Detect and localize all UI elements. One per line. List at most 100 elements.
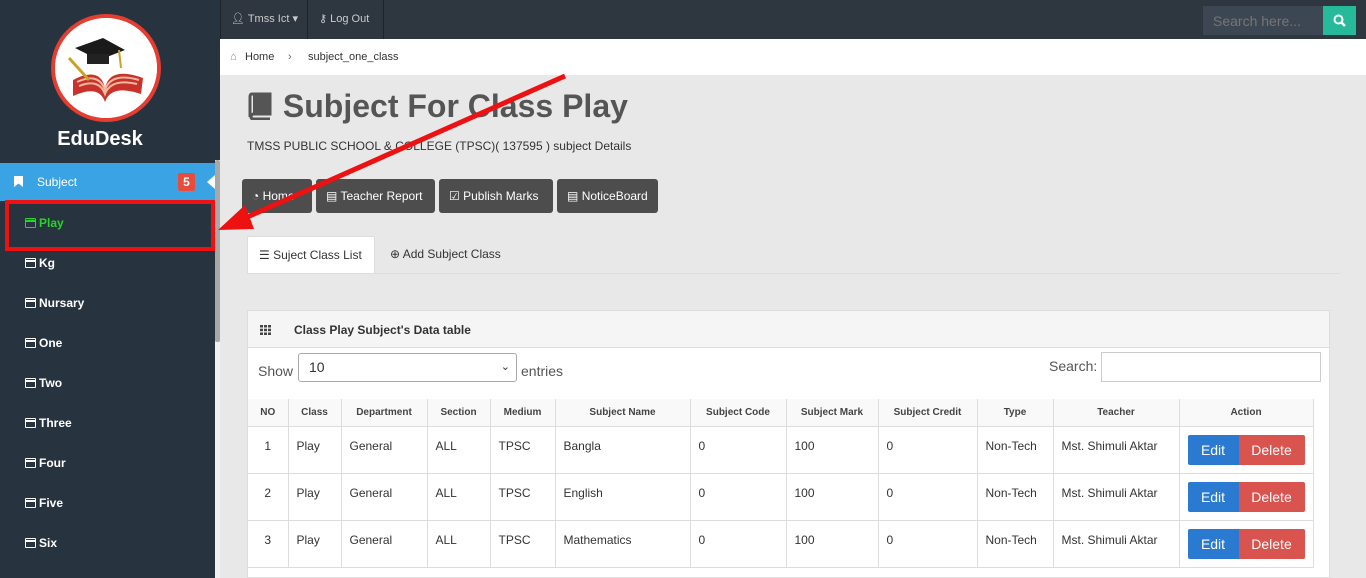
sidebar-item-label: Nursary	[39, 296, 85, 310]
tab-label: Add Subject Class	[402, 247, 501, 261]
school-logo	[51, 14, 161, 122]
delete-button[interactable]: Delete	[1238, 481, 1305, 512]
edit-button[interactable]: Edit	[1187, 481, 1239, 512]
column-header[interactable]: Action	[1179, 399, 1314, 427]
publish-marks-button[interactable]: ☑ Publish Marks	[439, 179, 553, 213]
sidebar-item-label: Two	[39, 376, 63, 390]
column-header[interactable]: Subject Name	[555, 399, 691, 427]
sidebar-item-nursary[interactable]: Nursary	[25, 296, 84, 310]
top-navbar: 👤︎ Tmss Ict ▾ ⚷ Log Out	[220, 0, 1366, 39]
column-header[interactable]: Subject Mark	[786, 399, 879, 427]
panel-header: Class Play Subject's Data table	[248, 311, 1329, 348]
teacher-report-button[interactable]: ▤ Teacher Report	[316, 179, 435, 213]
table-row: 1 Play General ALL TPSC Bangla 0 100 0 N…	[248, 426, 1314, 474]
cell-section: ALL	[427, 520, 491, 568]
active-caret-icon	[207, 175, 215, 189]
column-header[interactable]: Type	[977, 399, 1054, 427]
cell-no: 3	[248, 520, 289, 568]
top-search	[1203, 6, 1359, 35]
column-header[interactable]: Section	[427, 399, 491, 427]
page-title: Subject For Class Play	[246, 88, 628, 125]
delete-button[interactable]: Delete	[1238, 434, 1305, 465]
edit-button[interactable]: Edit	[1187, 528, 1239, 559]
sidebar: EduDesk Subject 5 Play Kg Nursary One Tw…	[0, 0, 220, 578]
table-search-label: Search:	[1049, 358, 1098, 374]
cell-subject-mark: 100	[786, 473, 879, 521]
cell-subject-credit: 0	[878, 426, 978, 474]
breadcrumb-current: subject_one_class	[308, 51, 399, 63]
calendar-icon	[25, 298, 36, 308]
dashboard-icon: ◔	[252, 189, 260, 203]
entries-label: entries	[521, 363, 564, 379]
search-icon	[1333, 14, 1346, 27]
cell-no: 2	[248, 473, 289, 521]
sidebar-item-six[interactable]: Six	[25, 536, 57, 550]
publish-marks-label: Publish Marks	[463, 189, 539, 203]
column-header[interactable]: NO	[248, 399, 289, 427]
grid-icon	[260, 325, 271, 335]
sidebar-item-kg[interactable]: Kg	[25, 256, 55, 270]
list-card-icon: ▤	[567, 189, 579, 203]
main-content: Subject For Class Play TMSS PUBLIC SCHOO…	[220, 75, 1366, 578]
highlight-annotation	[5, 200, 215, 251]
cell-type: Non-Tech	[977, 473, 1054, 521]
calendar-icon	[25, 538, 36, 548]
cell-teacher: Mst. Shimuli Aktar	[1053, 520, 1180, 568]
table-search-input[interactable]	[1101, 352, 1321, 382]
calendar-icon	[25, 498, 36, 508]
home-button[interactable]: ◔ Home	[242, 179, 312, 213]
key-icon: ⚷	[319, 13, 328, 25]
show-label: Show	[258, 363, 294, 379]
breadcrumb-home[interactable]: Home	[245, 51, 274, 63]
column-header[interactable]: Medium	[490, 399, 556, 427]
calendar-icon	[25, 378, 36, 388]
cell-department: General	[341, 473, 428, 521]
cell-medium: TPSC	[490, 426, 556, 474]
sidebar-item-one[interactable]: One	[25, 336, 62, 350]
table-header-row: NO Class Department Section Medium Subje…	[248, 399, 1314, 427]
logout-label: Log Out	[330, 13, 370, 25]
user-menu[interactable]: 👤︎ Tmss Ict ▾	[220, 0, 308, 39]
sidebar-item-label: Three	[39, 416, 72, 430]
sidebar-item-subject[interactable]: Subject 5	[0, 163, 215, 201]
chevron-down-icon: ⌄	[500, 361, 510, 373]
home-button-label: Home	[262, 189, 295, 203]
cell-no: 1	[248, 426, 289, 474]
search-button[interactable]	[1323, 6, 1356, 35]
page-size-value: 10	[309, 359, 325, 375]
tab-subject-class-list[interactable]: ☰ Suject Class List	[247, 236, 375, 274]
cell-class: Play	[288, 520, 342, 568]
list-icon: ☰	[259, 248, 270, 262]
sidebar-item-three[interactable]: Three	[25, 416, 72, 430]
cell-type: Non-Tech	[977, 426, 1054, 474]
edit-button[interactable]: Edit	[1187, 434, 1239, 465]
user-icon: 👤︎	[231, 13, 245, 25]
top-search-input[interactable]	[1203, 6, 1323, 35]
tab-add-subject-class[interactable]: ⊕ Add Subject Class	[390, 236, 501, 274]
page-subtitle: TMSS PUBLIC SCHOOL & COLLEGE (TPSC)( 137…	[247, 139, 632, 153]
cell-section: ALL	[427, 473, 491, 521]
chevron-right-icon: ›	[288, 51, 292, 63]
cell-subject-credit: 0	[878, 473, 978, 521]
delete-button[interactable]: Delete	[1238, 528, 1305, 559]
noticeboard-button[interactable]: ▤ NoticeBoard	[557, 179, 658, 213]
calendar-icon	[25, 458, 36, 468]
tab-divider	[247, 273, 1340, 274]
page-size-select[interactable]: 10 ⌄	[298, 353, 517, 382]
column-header[interactable]: Subject Credit	[878, 399, 978, 427]
column-header[interactable]: Teacher	[1053, 399, 1180, 427]
column-header[interactable]: Class	[288, 399, 342, 427]
calendar-icon	[25, 338, 36, 348]
sidebar-item-label: Five	[39, 496, 64, 510]
cell-type: Non-Tech	[977, 520, 1054, 568]
sidebar-item-four[interactable]: Four	[25, 456, 66, 470]
logout-link[interactable]: ⚷ Log Out	[308, 0, 384, 39]
column-header[interactable]: Subject Code	[690, 399, 787, 427]
sidebar-item-two[interactable]: Two	[25, 376, 62, 390]
column-header[interactable]: Department	[341, 399, 428, 427]
subjects-table: NO Class Department Section Medium Subje…	[248, 399, 1314, 568]
cell-department: General	[341, 520, 428, 568]
sidebar-item-label: One	[39, 336, 63, 350]
count-badge: 5	[178, 173, 195, 191]
sidebar-item-five[interactable]: Five	[25, 496, 63, 510]
